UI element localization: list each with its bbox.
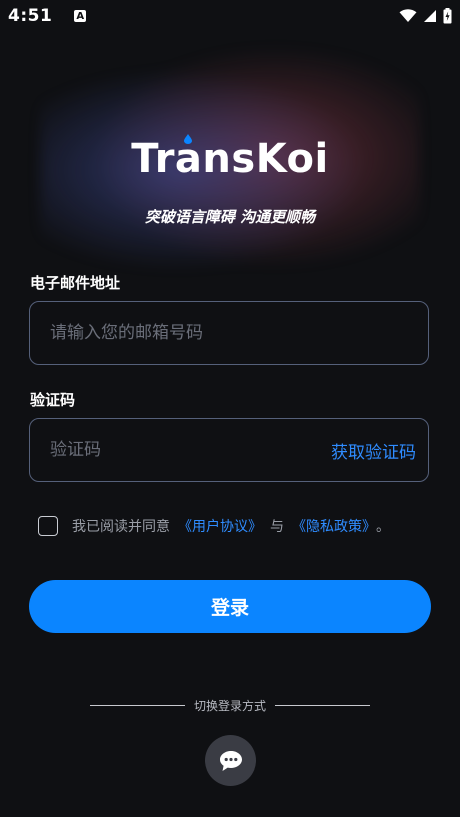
- chat-bubble-icon: [219, 750, 242, 771]
- verification-code-input[interactable]: [30, 439, 331, 461]
- logo-text: TransKoi: [131, 136, 329, 182]
- divider-right: [275, 705, 370, 706]
- agreement-prefix: 我已阅读并同意: [72, 519, 170, 535]
- agreement-row: 我已阅读并同意 《用户协议》 与 《隐私政策》 。: [38, 516, 390, 536]
- status-icons: [399, 8, 452, 24]
- code-label: 验证码: [30, 391, 76, 409]
- agreement-suffix: 。: [376, 519, 390, 535]
- agreement-checkbox[interactable]: [38, 516, 58, 536]
- app-logo: TransKoi: [0, 134, 460, 182]
- privacy-policy-link[interactable]: 《隐私政策》: [292, 516, 376, 536]
- signal-icon: [424, 10, 436, 22]
- water-drop-icon: [184, 134, 193, 144]
- get-code-button[interactable]: 获取验证码: [331, 438, 428, 463]
- notification-icon: A: [74, 10, 87, 22]
- switch-login-row: 切换登录方式: [0, 697, 460, 714]
- agreement-and: 与: [270, 519, 284, 535]
- email-input[interactable]: [30, 322, 428, 344]
- battery-icon: [443, 8, 452, 24]
- divider-left: [89, 705, 185, 706]
- email-label: 电子邮件地址: [30, 274, 121, 292]
- status-time: 4:51: [8, 6, 53, 26]
- tagline: 突破语言障碍 沟通更顺畅: [144, 208, 316, 226]
- status-bar: 4:51 A: [0, 0, 460, 32]
- wifi-icon: [399, 9, 417, 22]
- switch-login-label: 切换登录方式: [193, 699, 266, 713]
- status-left: 4:51 A: [8, 6, 87, 26]
- email-field-container: [29, 301, 429, 365]
- code-field-container: 获取验证码: [29, 418, 429, 482]
- user-agreement-link[interactable]: 《用户协议》: [178, 516, 262, 536]
- chat-login-button[interactable]: [205, 735, 256, 786]
- login-button[interactable]: 登录: [29, 580, 431, 633]
